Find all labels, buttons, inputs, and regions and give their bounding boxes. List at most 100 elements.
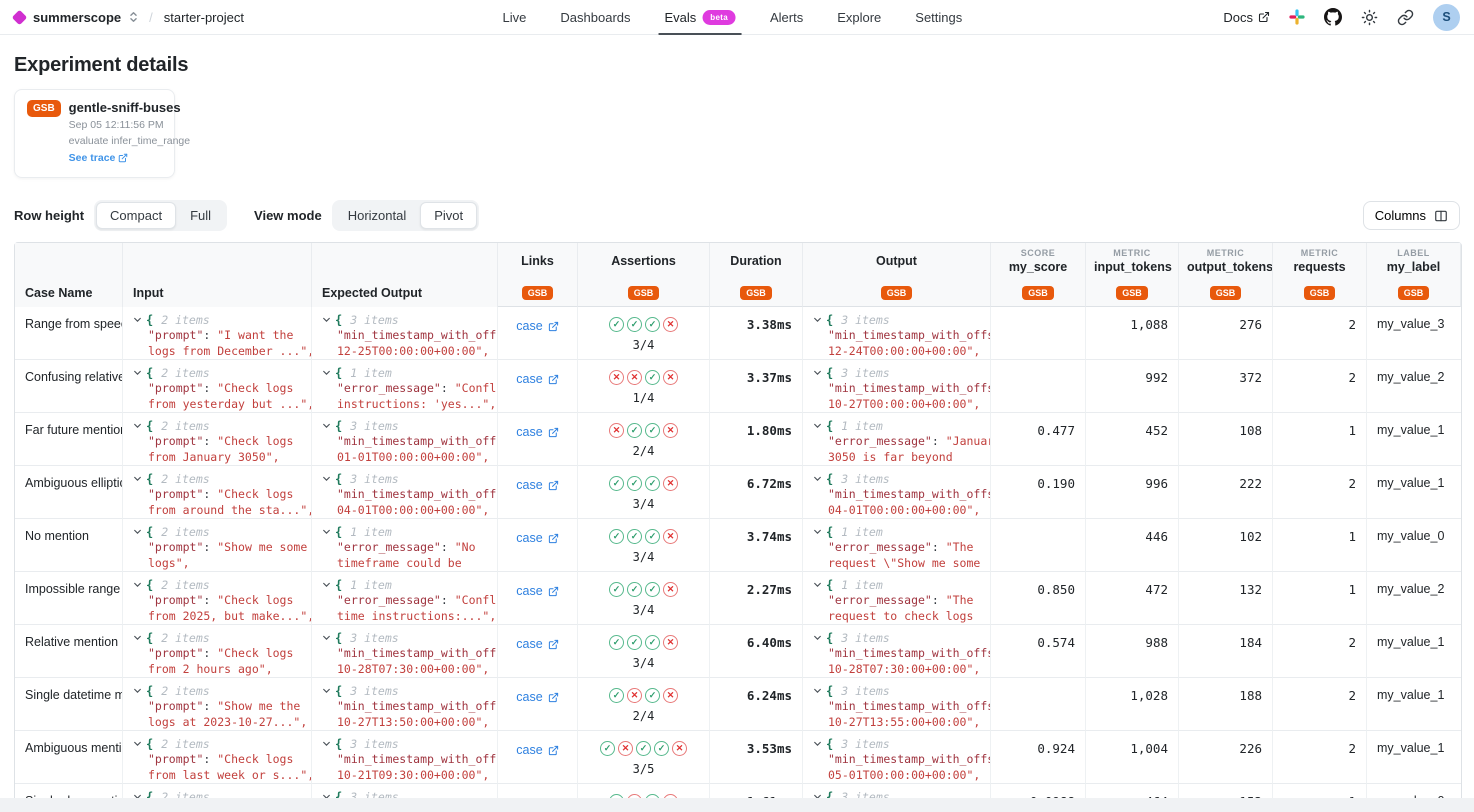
assertion-pass-icon[interactable]: ✓ xyxy=(627,529,642,544)
assertion-fail-icon[interactable]: ✕ xyxy=(663,370,678,385)
assertion-fail-icon[interactable]: ✕ xyxy=(627,688,642,703)
case-trace-link[interactable]: case xyxy=(516,319,558,333)
assertion-fail-icon[interactable]: ✕ xyxy=(663,582,678,597)
case-trace-link[interactable]: case xyxy=(516,637,558,651)
case-trace-link[interactable]: case xyxy=(516,372,558,386)
github-icon[interactable] xyxy=(1324,8,1342,26)
assertion-pass-icon[interactable]: ✓ xyxy=(627,476,642,491)
json-expander[interactable]: {3 items xyxy=(322,418,487,433)
col-header-assertions[interactable]: Assertions xyxy=(578,243,710,278)
col-header-duration[interactable]: Duration xyxy=(710,243,803,278)
tab-evals[interactable]: Evals beta xyxy=(665,0,736,34)
see-trace-link[interactable]: See trace xyxy=(69,152,129,164)
case-trace-link[interactable]: case xyxy=(516,478,558,492)
assertion-pass-icon[interactable]: ✓ xyxy=(609,688,624,703)
assertion-pass-icon[interactable]: ✓ xyxy=(645,635,660,650)
json-expander[interactable]: {1 item xyxy=(813,524,980,539)
columns-button[interactable]: Columns xyxy=(1363,201,1460,230)
json-expander[interactable]: {2 items xyxy=(133,365,301,380)
col-header-output[interactable]: Output xyxy=(803,243,991,278)
assertion-pass-icon[interactable]: ✓ xyxy=(609,582,624,597)
assertion-fail-icon[interactable]: ✕ xyxy=(663,688,678,703)
assertion-fail-icon[interactable]: ✕ xyxy=(609,370,624,385)
workspace-switcher[interactable]: summerscope xyxy=(14,10,138,25)
json-expander[interactable]: {2 items xyxy=(133,736,301,751)
assertion-pass-icon[interactable]: ✓ xyxy=(600,741,615,756)
json-expander[interactable]: {3 items xyxy=(322,683,487,698)
assertion-pass-icon[interactable]: ✓ xyxy=(645,529,660,544)
assertion-fail-icon[interactable]: ✕ xyxy=(609,423,624,438)
tab-explore[interactable]: Explore xyxy=(837,0,881,34)
json-expander[interactable]: {1 item xyxy=(322,577,487,592)
json-expander[interactable]: {2 items xyxy=(133,630,301,645)
breadcrumb-project[interactable]: starter-project xyxy=(164,10,244,25)
assertion-fail-icon[interactable]: ✕ xyxy=(663,529,678,544)
view-mode-pivot-option[interactable]: Pivot xyxy=(420,202,477,229)
json-expander[interactable]: {2 items xyxy=(133,577,301,592)
assertion-fail-icon[interactable]: ✕ xyxy=(627,370,642,385)
tab-settings[interactable]: Settings xyxy=(915,0,962,34)
table-row[interactable]: Far future mention{2 items"prompt": "Che… xyxy=(15,413,1461,466)
col-header-output-tokens[interactable]: METRICoutput_tokens xyxy=(1179,243,1273,278)
col-header-requests[interactable]: METRICrequests xyxy=(1273,243,1367,278)
row-height-compact-option[interactable]: Compact xyxy=(96,202,176,229)
col-header-my-score[interactable]: SCOREmy_score xyxy=(991,243,1086,278)
gsb-badge[interactable]: GSB xyxy=(1022,286,1054,300)
col-header-case-name[interactable]: Case Name xyxy=(15,243,123,307)
table-row[interactable]: Single datetime m...{2 items"prompt": "S… xyxy=(15,678,1461,731)
json-expander[interactable]: {3 items xyxy=(322,630,487,645)
assertion-pass-icon[interactable]: ✓ xyxy=(645,688,660,703)
table-row[interactable]: Impossible range{2 items"prompt": "Check… xyxy=(15,572,1461,625)
row-height-full-option[interactable]: Full xyxy=(176,202,225,229)
gsb-badge[interactable]: GSB xyxy=(628,286,660,300)
json-expander[interactable]: {3 items xyxy=(322,736,487,751)
json-expander[interactable]: {2 items xyxy=(133,524,301,539)
table-row[interactable]: Range from speech{2 items"prompt": "I wa… xyxy=(15,307,1461,360)
assertion-pass-icon[interactable]: ✓ xyxy=(627,423,642,438)
json-expander[interactable]: {2 items xyxy=(133,418,301,433)
assertion-pass-icon[interactable]: ✓ xyxy=(645,370,660,385)
share-link-icon[interactable] xyxy=(1397,9,1414,26)
table-row[interactable]: Relative mention ...{2 items"prompt": "C… xyxy=(15,625,1461,678)
avatar[interactable]: S xyxy=(1433,4,1460,31)
assertion-fail-icon[interactable]: ✕ xyxy=(663,317,678,332)
assertion-fail-icon[interactable]: ✕ xyxy=(663,423,678,438)
assertion-pass-icon[interactable]: ✓ xyxy=(627,317,642,332)
case-trace-link[interactable]: case xyxy=(516,425,558,439)
assertion-pass-icon[interactable]: ✓ xyxy=(609,635,624,650)
docs-link[interactable]: Docs xyxy=(1223,10,1270,25)
assertion-fail-icon[interactable]: ✕ xyxy=(663,635,678,650)
json-expander[interactable]: {3 items xyxy=(813,736,980,751)
json-expander[interactable]: {2 items xyxy=(133,312,301,327)
tab-alerts[interactable]: Alerts xyxy=(770,0,803,34)
json-expander[interactable]: {1 item xyxy=(813,418,980,433)
col-header-expected-output[interactable]: Expected Output xyxy=(312,243,498,307)
table-row[interactable]: Confusing relative...{2 items"prompt": "… xyxy=(15,360,1461,413)
assertion-pass-icon[interactable]: ✓ xyxy=(609,476,624,491)
json-expander[interactable]: {3 items xyxy=(813,365,980,380)
experiment-card[interactable]: GSB gentle-sniff-buses Sep 05 12:11:56 P… xyxy=(14,89,175,178)
gsb-badge[interactable]: GSB xyxy=(881,286,913,300)
case-trace-link[interactable]: case xyxy=(516,690,558,704)
case-trace-link[interactable]: case xyxy=(516,584,558,598)
assertion-pass-icon[interactable]: ✓ xyxy=(636,741,651,756)
assertion-fail-icon[interactable]: ✕ xyxy=(672,741,687,756)
col-header-links[interactable]: Links xyxy=(498,243,578,278)
case-trace-link[interactable]: case xyxy=(516,531,558,545)
json-expander[interactable]: {2 items xyxy=(133,471,301,486)
gsb-badge[interactable]: GSB xyxy=(522,286,554,300)
json-expander[interactable]: {3 items xyxy=(322,312,487,327)
json-expander[interactable]: {3 items xyxy=(813,312,980,327)
case-trace-link[interactable]: case xyxy=(516,743,558,757)
assertion-pass-icon[interactable]: ✓ xyxy=(645,476,660,491)
gsb-badge[interactable]: GSB xyxy=(1304,286,1336,300)
assertion-pass-icon[interactable]: ✓ xyxy=(645,317,660,332)
assertion-pass-icon[interactable]: ✓ xyxy=(627,635,642,650)
json-expander[interactable]: {1 item xyxy=(322,524,487,539)
col-header-my-label[interactable]: LABELmy_label xyxy=(1367,243,1461,278)
col-header-input[interactable]: Input xyxy=(123,243,312,307)
slack-icon[interactable] xyxy=(1289,9,1305,25)
table-row[interactable]: Ambiguous elliptic...{2 items"prompt": "… xyxy=(15,466,1461,519)
assertion-pass-icon[interactable]: ✓ xyxy=(627,582,642,597)
assertion-pass-icon[interactable]: ✓ xyxy=(645,423,660,438)
